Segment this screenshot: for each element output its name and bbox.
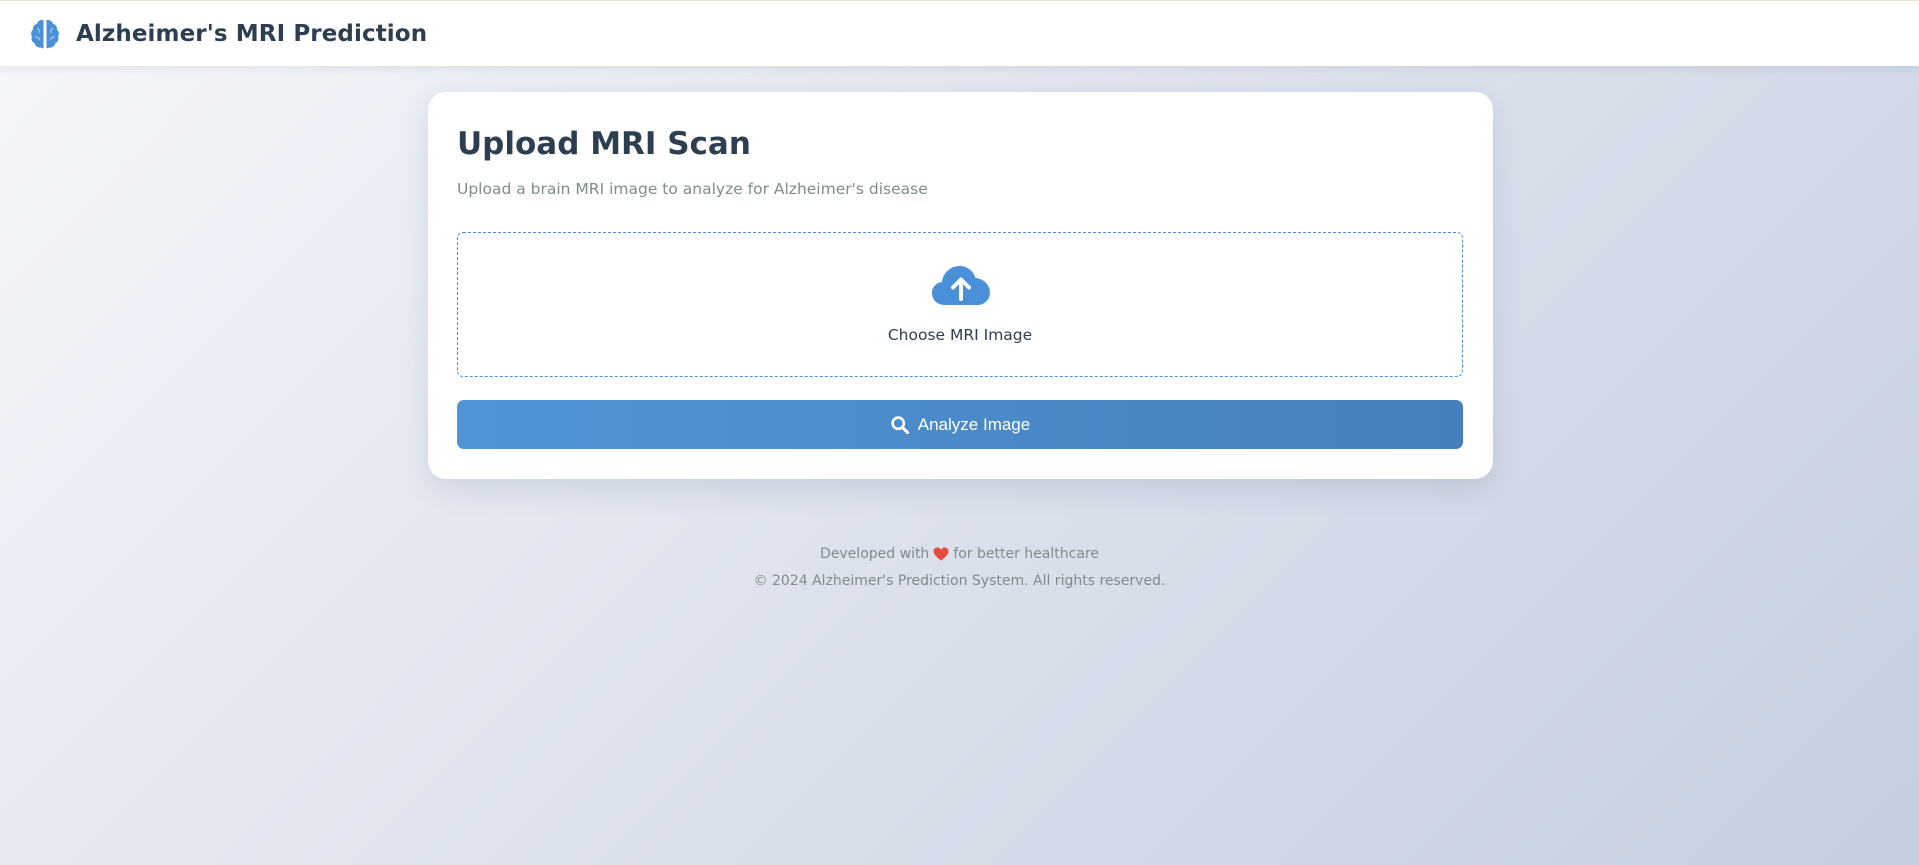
footer: Developed with for better healthcare © 2… [0,544,1919,589]
search-icon [891,415,909,434]
analyze-button[interactable]: Analyze Image [457,400,1463,449]
card-title: Upload MRI Scan [457,126,751,162]
app-title: Alzheimer's MRI Prediction [76,20,428,47]
footer-credit-suffix: for better healthcare [953,546,1099,562]
card-subtitle: Upload a brain MRI image to analyze for … [457,180,928,198]
navbar: Alzheimer's MRI Prediction [0,0,1919,66]
brain-icon [31,19,59,48]
dropzone-label: Choose MRI Image [887,326,1033,344]
analyze-button-label: Analyze Image [917,414,1031,434]
footer-credit-prefix: Developed with [820,546,930,562]
footer-copyright: © 2024 Alzheimer's Prediction System. Al… [753,573,1166,589]
upload-card: Upload MRI Scan Upload a brain MRI image… [428,92,1493,479]
footer-credit: Developed with for better healthcare [0,544,1919,564]
heart-icon [933,547,949,561]
file-dropzone[interactable]: Choose MRI Image [457,232,1463,377]
cloud-upload-icon [932,266,990,305]
